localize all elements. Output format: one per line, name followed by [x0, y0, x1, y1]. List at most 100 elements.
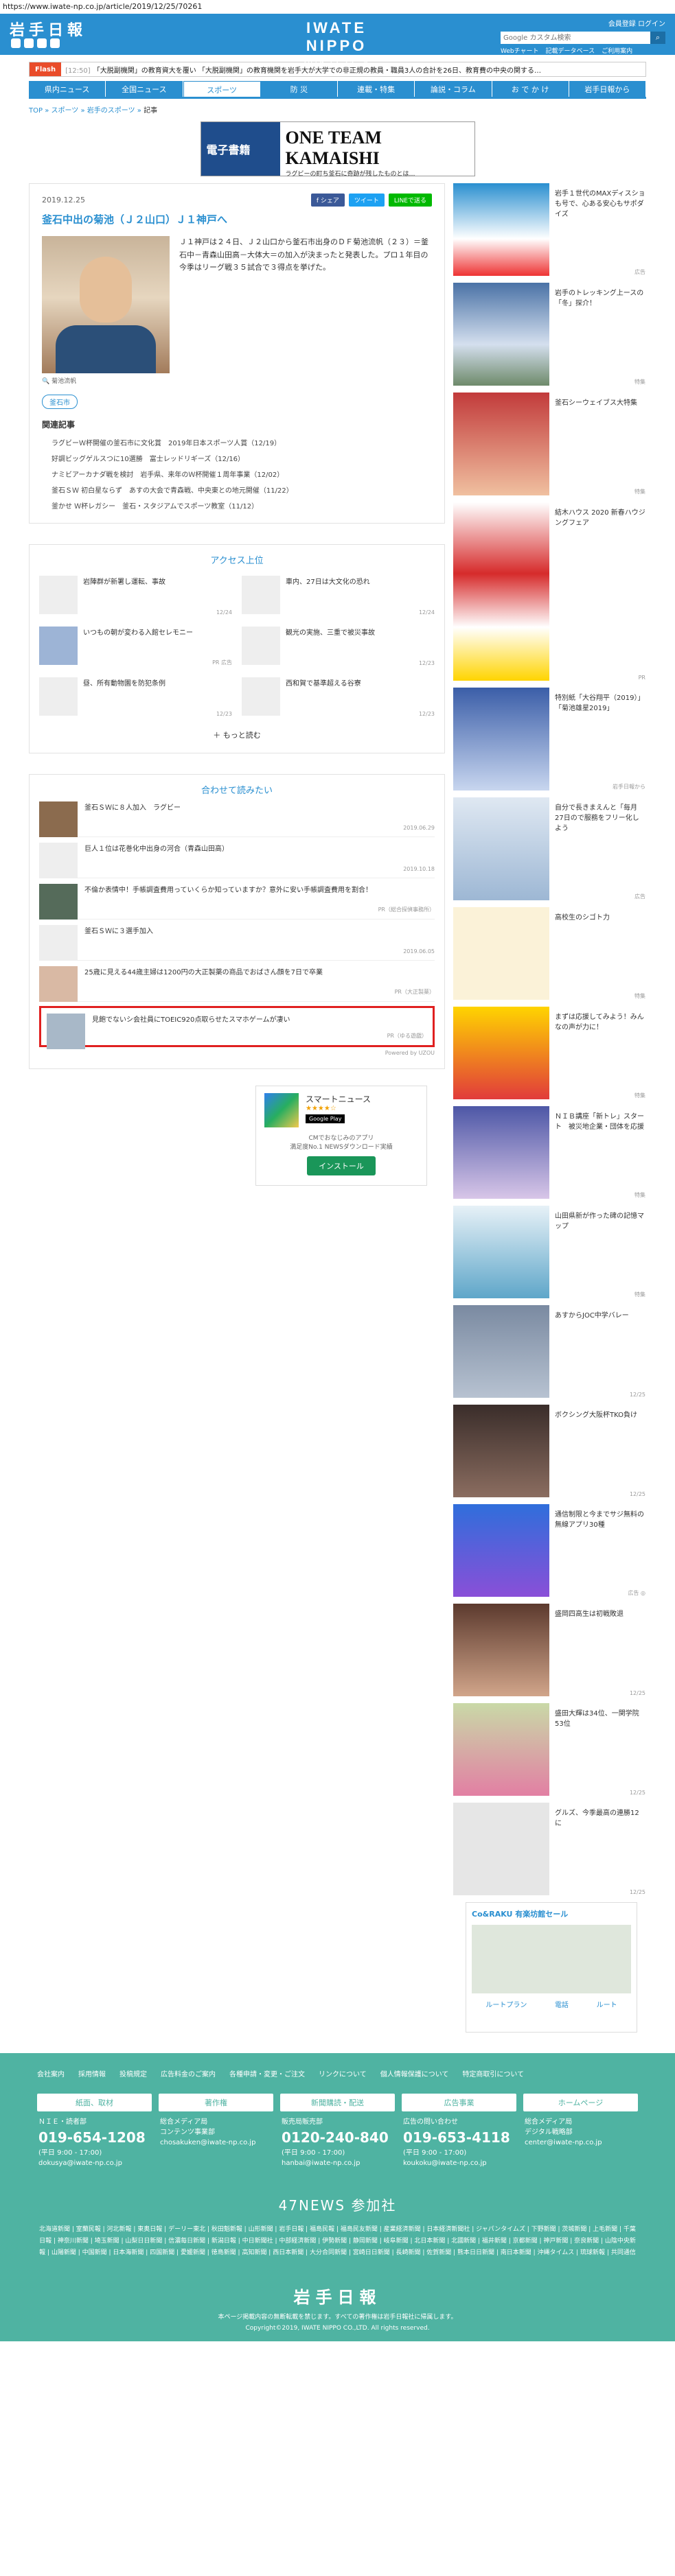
- side-item[interactable]: あすからJOC中学バレー 12/25: [453, 1305, 645, 1398]
- side-item[interactable]: ＮＩＢ講座「新トレ」スタート 被災地企業・団体を応援 特集: [453, 1106, 645, 1199]
- 47news-list[interactable]: 北海道新聞 | 室蘭民報 | 河北新報 | 東奥日報 | デーリー東北 | 秋田…: [37, 2224, 638, 2259]
- footer-link[interactable]: リンクについて: [319, 2068, 367, 2079]
- flash-label: Flash: [30, 62, 62, 76]
- nav-features[interactable]: 連載・特集: [338, 81, 415, 97]
- footer-link[interactable]: 会社案内: [37, 2068, 65, 2079]
- recommend-item[interactable]: 巨人１位は花巻化中出身の河合（青森山田高） 2019.10.18: [39, 837, 435, 878]
- rank-item[interactable]: 車内、27日は大文化の恐れ 12/24: [242, 576, 435, 616]
- recommend-item[interactable]: 釜石ＳＷに３選手加入 2019.06.05: [39, 920, 435, 961]
- side-item[interactable]: 結木ハウス 2020 新春ハウジングフェア PR: [453, 502, 645, 681]
- side-item[interactable]: 岩手のトレッキング上ースの「冬」探介！ 特集: [453, 283, 645, 386]
- rank-item[interactable]: 岩陣群が新署し運転、事故 12/24: [39, 576, 232, 616]
- nav-disaster[interactable]: 防 災: [260, 81, 338, 97]
- google-play-badge: Google Play: [306, 1114, 345, 1123]
- related-item[interactable]: 好調ビッグゲルスつに10選勝 富士レッドリギーズ（12/16）: [42, 450, 432, 466]
- article-tag[interactable]: 釜石市: [42, 395, 78, 409]
- side-item[interactable]: 盛田大輝は34位、一関学院53位 12/25: [453, 1703, 645, 1796]
- rank-item[interactable]: 西和賀で基準超える谷寮 12/23: [242, 677, 435, 717]
- line-share-button[interactable]: LINEで送る: [388, 194, 432, 207]
- banner-sub: ラグビーの町ち釜石に奇跡が残したものとは…: [285, 171, 415, 178]
- rank-item[interactable]: 観光の実施、三重で被災事故 12/23: [242, 627, 435, 666]
- rank-thumb: [242, 576, 280, 614]
- recommend-item-highlighted[interactable]: 見飽でないシ会社員にTOEIC920点取らせたスマホゲームが凄い PR（ゆる遊戯）: [39, 1006, 435, 1049]
- youtube-icon[interactable]: [37, 38, 47, 48]
- center-logo[interactable]: IWATE NIPPO 2019.12.25. 水: [278, 19, 395, 67]
- header-link[interactable]: ご利用案内: [602, 46, 632, 55]
- nav-from-nippo[interactable]: 岩手日報から: [569, 81, 646, 97]
- related-item[interactable]: ラグビーＷ杯開催の釜石市に文化賞 2019年日本スポーツ人賞（12/19）: [42, 434, 432, 450]
- recommend-item[interactable]: 25歳に見える44歳主婦は1200円の大正製薬の商品でおばさん顔を7日で卒業 PR…: [39, 961, 435, 1002]
- search-icon[interactable]: ⌕: [650, 32, 665, 44]
- plus-icon: ＋: [213, 731, 221, 740]
- header-link[interactable]: 記載データベース: [546, 46, 595, 55]
- related-item[interactable]: ナミビアーカナダ戦を検討 岩手県、来年のＷ杯開催１周年事業（12/02）: [42, 466, 432, 482]
- side-item[interactable]: 盛岡四高生は初戦敗退 12/25: [453, 1604, 645, 1696]
- more-button[interactable]: ＋ もっと読む: [39, 729, 435, 740]
- side-item[interactable]: グルズ、今季最高の連勝12に 12/25: [453, 1803, 645, 1895]
- nav-sports[interactable]: スポーツ: [183, 81, 261, 97]
- footer-link[interactable]: 広告料金のご案内: [161, 2068, 216, 2079]
- search-input[interactable]: [501, 32, 650, 44]
- footer-link[interactable]: 採用情報: [78, 2068, 106, 2079]
- side-item[interactable]: 釜石シーウェイブス大特集 特集: [453, 393, 645, 495]
- crumb-sports[interactable]: スポーツ: [52, 107, 79, 115]
- side-item[interactable]: 通信制限と今までサジ無料の無線アプリ30種 広告 ◎: [453, 1504, 645, 1597]
- recommend-item[interactable]: 釜石ＳＷに８人加入 ラグビー 2019.06.29: [39, 796, 435, 837]
- map-ad[interactable]: Co&RAKU 有楽坊館セール ルートプラン 電話 ルート: [466, 1902, 637, 2033]
- side-item[interactable]: 特別紙「大谷翔平（2019）」「菊池雄星2019」 岩手日報から: [453, 688, 645, 791]
- instagram-icon[interactable]: [50, 38, 60, 48]
- header-link[interactable]: Webチャート: [501, 46, 539, 55]
- related-item[interactable]: 釜石ＳＷ 初白星ならず あすの大会で青森戦、中央東との地元開催（11/22）: [42, 482, 432, 497]
- side-item[interactable]: 自分で長きまえんと「毎月27日ので服務をフリー化しよう 広告: [453, 797, 645, 900]
- nav-outing[interactable]: お で か け: [492, 81, 569, 97]
- crumb-iwate-sports[interactable]: 岩手のスポーツ: [87, 107, 135, 115]
- side-item[interactable]: 高校生のシゴト力 特集: [453, 907, 645, 1000]
- nav-national-news[interactable]: 全国ニュース: [106, 81, 183, 97]
- article-photo[interactable]: [42, 236, 170, 373]
- nav-columns[interactable]: 論説・コラム: [415, 81, 492, 97]
- side-item[interactable]: 山田県新が作った碑の記憶マップ 特集: [453, 1206, 645, 1298]
- phone-number[interactable]: 019-653-4118: [403, 2127, 515, 2148]
- email-link[interactable]: dokusya@iwate-np.co.jp: [38, 2158, 150, 2168]
- ticker-text[interactable]: 「大脱副機関」の教育資大を覆い 「大脱副機関」の教育機関を岩手大が大学での非正規…: [93, 67, 541, 75]
- facebook-share-button[interactable]: f シェア: [310, 194, 345, 207]
- side-item[interactable]: まずは応援してみよう！みんなの声が力に！ 特集: [453, 1007, 645, 1099]
- side-item[interactable]: ボクシング大阪杯TKO負け 12/25: [453, 1405, 645, 1497]
- banner-left: 電子書籍: [201, 122, 280, 176]
- phone-number[interactable]: 0120-240-840: [282, 2127, 393, 2148]
- email-link[interactable]: hanbai@iwate-np.co.jp: [282, 2158, 393, 2168]
- login-link[interactable]: 会員登録 ログイン: [501, 18, 665, 28]
- twitter-share-button[interactable]: ツイート: [348, 194, 385, 207]
- directions-button[interactable]: ルート: [597, 1999, 617, 2009]
- email-link[interactable]: center@iwate-np.co.jp: [525, 2138, 637, 2148]
- footer-link[interactable]: 特定商取引について: [462, 2068, 524, 2079]
- recommend-item[interactable]: 不倫か表情中！手帳調査費用っていくらか知っていますか？意外に安い手帳調査費用を割…: [39, 878, 435, 920]
- related-list: ラグビーＷ杯開催の釜石市に文化賞 2019年日本スポーツ人賞（12/19） 好調…: [42, 434, 432, 513]
- map-image[interactable]: [472, 1925, 631, 1993]
- breadcrumb: TOP » スポーツ » 岩手のスポーツ » 記事: [29, 107, 158, 115]
- twitter-icon[interactable]: [11, 38, 21, 48]
- logo-left[interactable]: 岩手日報: [10, 18, 87, 40]
- footer-link[interactable]: 各種申請・変更・ご注文: [229, 2068, 305, 2079]
- related-item[interactable]: 釜かせ Ｗ杯レガシー 釜石・スタジアムでスポーツ教室（11/12）: [42, 497, 432, 513]
- nav-local-news[interactable]: 県内ニュース: [29, 81, 106, 97]
- phone-number[interactable]: 019-654-1208: [38, 2127, 150, 2148]
- footer-link[interactable]: 投稿規定: [119, 2068, 147, 2079]
- side-item[interactable]: 岩手１世代のMAXディスショも号で、心ある安心もサポダイズ 広告: [453, 183, 645, 276]
- email-link[interactable]: koukoku@iwate-np.co.jp: [403, 2158, 515, 2168]
- footer-link[interactable]: 個人情報保護について: [380, 2068, 449, 2079]
- install-button[interactable]: インストール: [307, 1156, 376, 1175]
- ticker-time: [12:50]: [65, 67, 91, 75]
- footer-logo[interactable]: 岩手日報: [37, 2284, 638, 2308]
- route-button[interactable]: ルートプラン: [485, 1999, 527, 2009]
- footer-col: 著作権 総合メディア局 コンテンツ事業部 chosakuken@iwate-np.co…: [159, 2094, 273, 2174]
- facebook-icon[interactable]: [24, 38, 34, 48]
- ad-banner[interactable]: 電子書籍 ONE TEAM KAMAISHI ラグビーの町ち釜石に奇跡が残したも…: [200, 121, 475, 178]
- rank-item[interactable]: 昼、所有動物園を防犯条例 12/23: [39, 677, 232, 717]
- app-ad[interactable]: スマートニュース ★★★★☆ Google Play CMでおなじみのアプリ 満足…: [255, 1086, 427, 1186]
- call-button[interactable]: 電話: [555, 1999, 569, 2009]
- footer-notice: 本ページ掲載内容の無断転載を禁じます。すべての著作権は岩手日報社に帰属します。: [218, 2314, 457, 2321]
- rank-item[interactable]: いつもの朝が変わる入館セレモニー PR 広告: [39, 627, 232, 666]
- email-link[interactable]: chosakuken@iwate-np.co.jp: [160, 2138, 272, 2148]
- crumb-top[interactable]: TOP: [29, 107, 43, 115]
